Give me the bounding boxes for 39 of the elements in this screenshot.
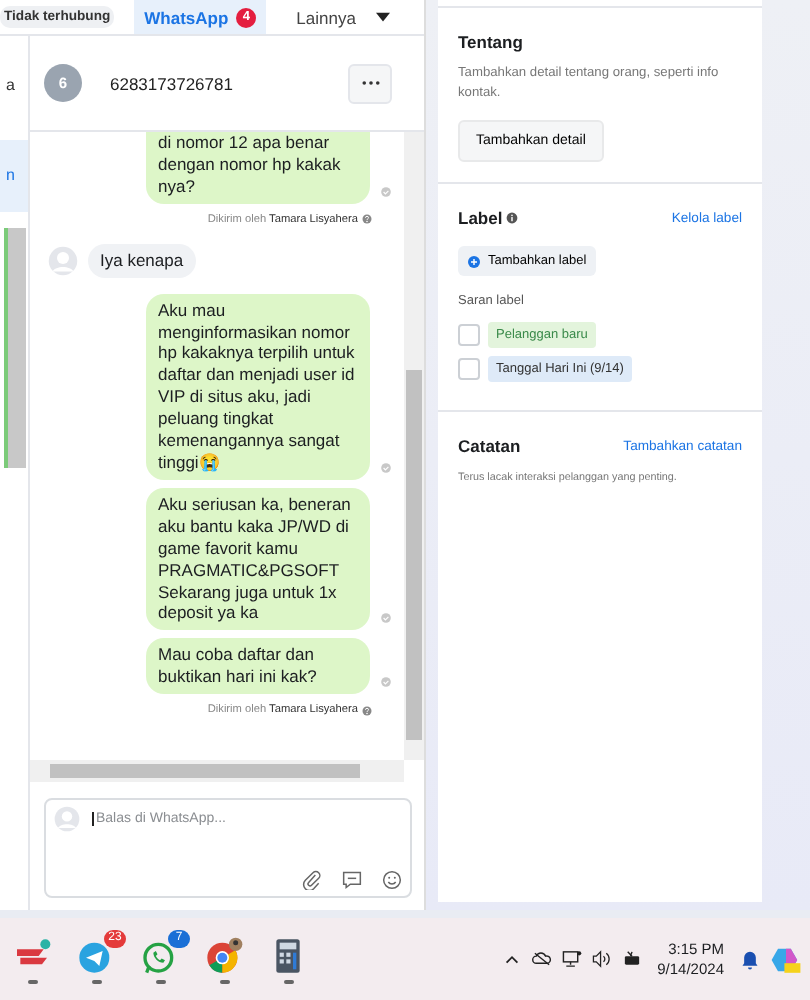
chevron-up-icon[interactable] (501, 950, 522, 968)
status-icon (380, 676, 392, 689)
attach-icon[interactable] (302, 870, 322, 890)
contact-name: 6283173726781 (110, 73, 235, 93)
channel-tab[interactable]: Lainnya (286, 0, 400, 34)
caret-icon[interactable] (375, 12, 390, 22)
conversation-item[interactable]: n (0, 140, 28, 212)
section-title: Label (458, 208, 503, 228)
checkbox[interactable] (458, 358, 480, 380)
status-icon (380, 461, 392, 474)
monitor-icon[interactable] (561, 950, 582, 968)
chat-icon[interactable] (342, 870, 362, 890)
bell-icon[interactable] (740, 949, 760, 969)
scrollbar[interactable] (30, 760, 404, 782)
outgoing-message: Mau coba daftar dan buktikan hari ini kak? (146, 638, 370, 695)
outgoing-message: di nomor 12 apa benar dengan nomor hp kakak nya? (146, 132, 370, 204)
scrollbar[interactable] (4, 228, 26, 468)
help-icon (362, 214, 372, 225)
chrome-icon[interactable] (204, 935, 244, 975)
status-icon (380, 185, 392, 198)
outgoing-message: Aku mau menginformasikan nomor hp kakaknya terpilih untuk daftar dan menjadi user id VIP di situs aku, jadi peluang tingkat kemenangannya sangat tinggi😭 (146, 293, 370, 480)
outgoing-message: Aku seriusan ka, beneran aku bantu kaka JP/WD di game favorit kamu PRAGMATIC&PGSOFT Sekarang juga untuk 1x deposit ya ka (146, 487, 370, 631)
help-icon (362, 705, 372, 716)
plus-icon (468, 255, 480, 267)
info-icon (506, 212, 519, 224)
scrollbar[interactable] (404, 132, 424, 760)
section-title: Tentang (458, 32, 525, 52)
avatar-icon (54, 806, 80, 832)
status-icon (380, 612, 392, 625)
checkbox[interactable] (458, 324, 480, 346)
more-icon (361, 80, 379, 86)
emoji-icon[interactable] (382, 870, 402, 890)
copilot-icon[interactable] (770, 943, 802, 975)
section-title: Catatan (458, 436, 521, 456)
speaker-icon[interactable] (591, 950, 612, 968)
incoming-message: Iya kenapa (88, 243, 196, 278)
cloud-off-icon[interactable] (531, 950, 552, 968)
conversation-item[interactable]: a (0, 72, 28, 100)
avatar-icon (48, 245, 78, 276)
